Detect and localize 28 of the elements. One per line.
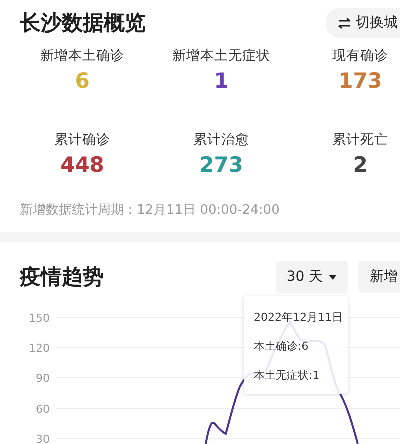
stat-label: 累计死亡 [332,131,388,149]
stat-label: 新增本土无症状 [172,47,270,65]
stat-label: 累计治愈 [194,131,250,149]
caret-icon [329,274,338,280]
tooltip-value: 本土无症状:1 [254,368,321,383]
switch-city-button[interactable]: 切换城 [326,8,400,38]
tooltip-value: 本土确诊:6 [254,339,310,354]
stat-label: 新增本土确诊 [40,47,124,65]
axis-label: 90 [36,372,50,385]
section-title: 长沙数据概览 [20,10,146,37]
stat-value: 173 [338,68,382,95]
axis-label: 120 [29,342,50,355]
stat-value: 448 [60,152,104,179]
stat-value: 1 [214,68,229,95]
axis-label: 150 [29,312,50,325]
stat-value: 2 [353,152,368,179]
range-dropdown[interactable]: 30 天 [276,261,348,293]
type-button[interactable]: 新增 [358,261,400,293]
stat-value: 273 [200,152,244,179]
stat-label: 累计确诊 [54,131,110,149]
swap-icon [338,18,351,28]
period-note: 新增数据统计周期：12月11日 00:00-24:00 [20,202,281,219]
axis-label: 30 [36,433,50,444]
axis-label: 60 [36,403,50,416]
stat-value: 6 [75,68,90,95]
tooltip-date: 2022年12月11日 [254,310,344,325]
section-title: 疫情趋势 [20,264,105,291]
stat-label: 现有确诊 [332,47,388,65]
